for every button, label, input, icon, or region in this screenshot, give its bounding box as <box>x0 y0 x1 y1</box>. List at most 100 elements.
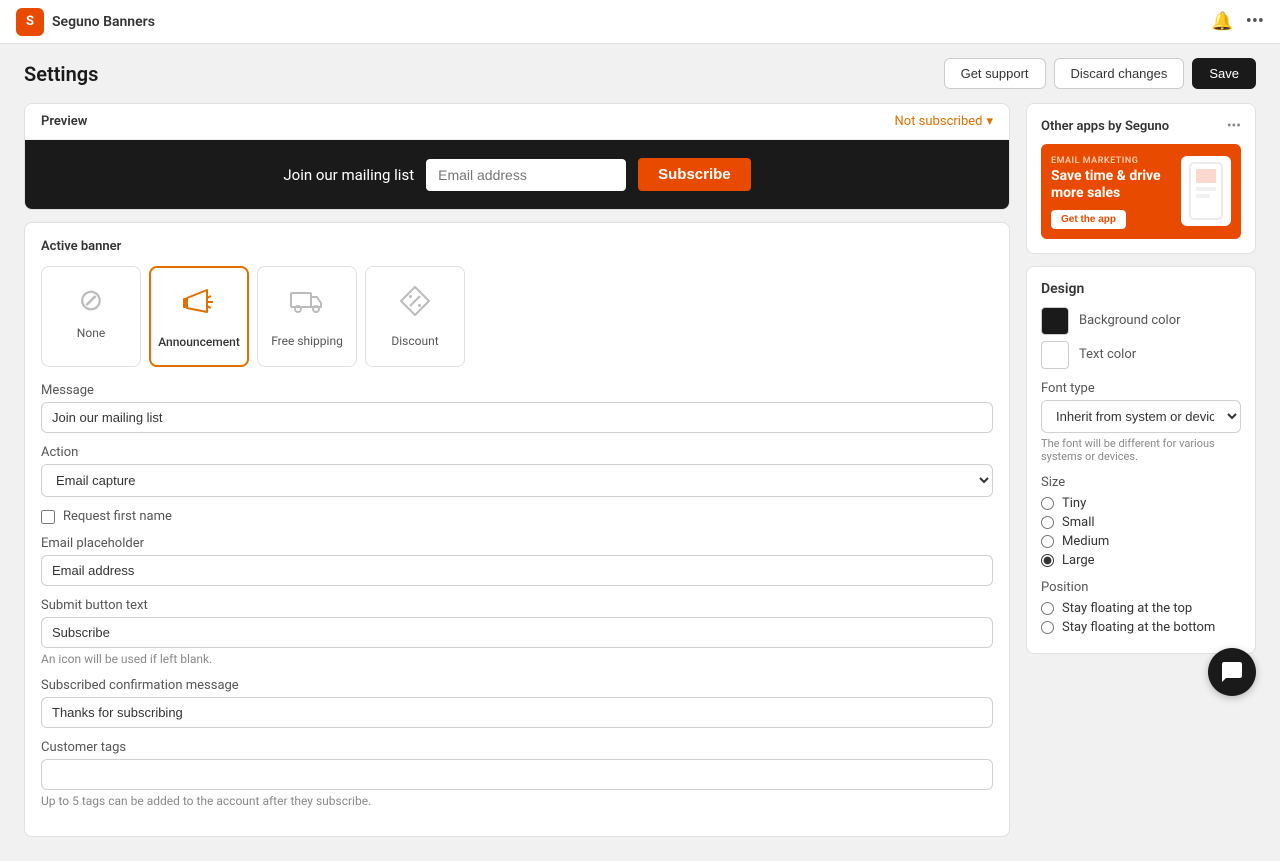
action-field-group: Action Email capture Link None <box>41 445 993 497</box>
size-label: Size <box>1041 475 1241 490</box>
promo-eyebrow: EMAIL MARKETING <box>1051 156 1173 166</box>
size-tiny-radio[interactable] <box>1041 497 1054 510</box>
top-nav: S Seguno Banners 🔔 ••• <box>0 0 1280 44</box>
size-medium-row: Medium <box>1041 534 1241 549</box>
active-banner-title: Active banner <box>41 239 993 254</box>
font-type-select[interactable]: Inherit from system or device <box>1041 400 1241 433</box>
subscribed-confirmation-label: Subscribed confirmation message <box>41 678 993 693</box>
page-title: Settings <box>24 62 98 86</box>
action-label: Action <box>41 445 993 460</box>
promo-banner: EMAIL MARKETING Save time & drive more s… <box>1041 144 1241 239</box>
size-large-label: Large <box>1062 553 1095 568</box>
customer-tags-input[interactable] <box>41 759 993 790</box>
email-placeholder-label: Email placeholder <box>41 536 993 551</box>
promo-phone-graphic <box>1181 156 1231 226</box>
banner-options: ⊘ None Announcement <box>41 266 993 367</box>
preview-card: Preview Not subscribed ▾ Join our mailin… <box>24 103 1010 210</box>
background-color-row: Background color <box>1041 307 1241 335</box>
background-color-swatch[interactable] <box>1041 307 1069 335</box>
customer-tags-hint: Up to 5 tags can be added to the account… <box>41 794 993 808</box>
design-title: Design <box>1041 281 1241 297</box>
page-header: Settings Get support Discard changes Sav… <box>0 44 1280 103</box>
promo-text-area: EMAIL MARKETING Save time & drive more s… <box>1051 156 1173 229</box>
message-input[interactable] <box>41 402 993 433</box>
truck-icon <box>289 283 325 326</box>
more-options-icon[interactable]: ••• <box>1246 11 1264 32</box>
submit-button-input[interactable] <box>41 617 993 648</box>
submit-button-field-group: Submit button text An icon will be used … <box>41 598 993 666</box>
font-type-label: Font type <box>1041 381 1241 396</box>
chat-bubble[interactable] <box>1208 648 1256 696</box>
message-label: Message <box>41 383 993 398</box>
request-first-name-row: Request first name <box>41 509 993 524</box>
position-float-bottom-label: Stay floating at the bottom <box>1062 620 1215 635</box>
size-large-row: Large <box>1041 553 1241 568</box>
announcement-icon <box>181 284 217 327</box>
size-medium-radio[interactable] <box>1041 535 1054 548</box>
other-apps-title: Other apps by Seguno <box>1041 119 1169 134</box>
discard-changes-button[interactable]: Discard changes <box>1054 58 1185 89</box>
size-medium-label: Medium <box>1062 534 1109 549</box>
active-banner-section: Active banner ⊘ None <box>24 222 1010 837</box>
promo-cta-button[interactable]: Get the app <box>1051 210 1126 229</box>
position-float-top-radio[interactable] <box>1041 602 1054 615</box>
save-button[interactable]: Save <box>1192 58 1256 89</box>
position-float-top-row: Stay floating at the top <box>1041 601 1241 616</box>
font-section: Font type Inherit from system or device … <box>1041 381 1241 463</box>
size-small-radio[interactable] <box>1041 516 1054 529</box>
preview-banner: Join our mailing list Subscribe <box>25 140 1009 209</box>
text-color-swatch[interactable] <box>1041 341 1069 369</box>
banner-option-none[interactable]: ⊘ None <box>41 266 141 367</box>
nav-right: 🔔 ••• <box>1211 11 1264 32</box>
message-field-group: Message <box>41 383 993 433</box>
other-apps-more-icon[interactable]: ••• <box>1227 118 1241 134</box>
size-tiny-label: Tiny <box>1062 496 1086 511</box>
banner-option-discount[interactable]: Discount <box>365 266 465 367</box>
size-tiny-row: Tiny <box>1041 496 1241 511</box>
bell-icon[interactable]: 🔔 <box>1211 11 1233 32</box>
background-color-label: Background color <box>1079 313 1181 328</box>
size-small-label: Small <box>1062 515 1095 530</box>
preview-banner-text: Join our mailing list <box>283 166 414 184</box>
email-placeholder-input[interactable] <box>41 555 993 586</box>
submit-button-label: Submit button text <box>41 598 993 613</box>
left-panel: Preview Not subscribed ▾ Join our mailin… <box>24 103 1010 837</box>
text-color-row: Text color <box>1041 341 1241 369</box>
size-section: Size Tiny Small Medium Large <box>1041 475 1241 568</box>
banner-option-free-shipping[interactable]: Free shipping <box>257 266 357 367</box>
free-shipping-label: Free shipping <box>271 334 343 348</box>
submit-hint: An icon will be used if left blank. <box>41 652 993 666</box>
nav-left: S Seguno Banners <box>16 8 155 36</box>
action-select[interactable]: Email capture Link None <box>41 464 993 497</box>
subscribed-confirmation-input[interactable] <box>41 697 993 728</box>
announcement-label: Announcement <box>158 335 240 349</box>
preview-email-input[interactable] <box>426 159 626 191</box>
discount-icon <box>397 283 433 326</box>
discount-label: Discount <box>391 334 438 348</box>
preview-subscribe-button[interactable]: Subscribe <box>638 158 751 191</box>
subscribed-confirmation-field-group: Subscribed confirmation message <box>41 678 993 728</box>
none-icon: ⊘ <box>78 283 103 318</box>
font-hint: The font will be different for various s… <box>1041 437 1241 463</box>
other-apps-card: Other apps by Seguno ••• EMAIL MARKETING… <box>1026 103 1256 254</box>
size-small-row: Small <box>1041 515 1241 530</box>
request-first-name-label: Request first name <box>63 509 172 524</box>
position-float-bottom-radio[interactable] <box>1041 621 1054 634</box>
right-panel: Other apps by Seguno ••• EMAIL MARKETING… <box>1026 103 1256 837</box>
email-placeholder-field-group: Email placeholder <box>41 536 993 586</box>
position-float-bottom-row: Stay floating at the bottom <box>1041 620 1241 635</box>
banner-option-announcement[interactable]: Announcement <box>149 266 249 367</box>
header-actions: Get support Discard changes Save <box>944 58 1256 89</box>
position-section: Position Stay floating at the top Stay f… <box>1041 580 1241 635</box>
size-large-radio[interactable] <box>1041 554 1054 567</box>
request-first-name-checkbox[interactable] <box>41 510 55 524</box>
app-name: Seguno Banners <box>52 14 155 30</box>
subscription-status[interactable]: Not subscribed ▾ <box>895 114 993 129</box>
main-content: Preview Not subscribed ▾ Join our mailin… <box>0 103 1280 861</box>
app-icon: S <box>16 8 44 36</box>
other-apps-header: Other apps by Seguno ••• <box>1041 118 1241 134</box>
form-fields: Message Action Email capture Link None R… <box>41 383 993 808</box>
get-support-button[interactable]: Get support <box>944 58 1046 89</box>
promo-headline: Save time & drive more sales <box>1051 168 1173 202</box>
text-color-label: Text color <box>1079 347 1136 362</box>
